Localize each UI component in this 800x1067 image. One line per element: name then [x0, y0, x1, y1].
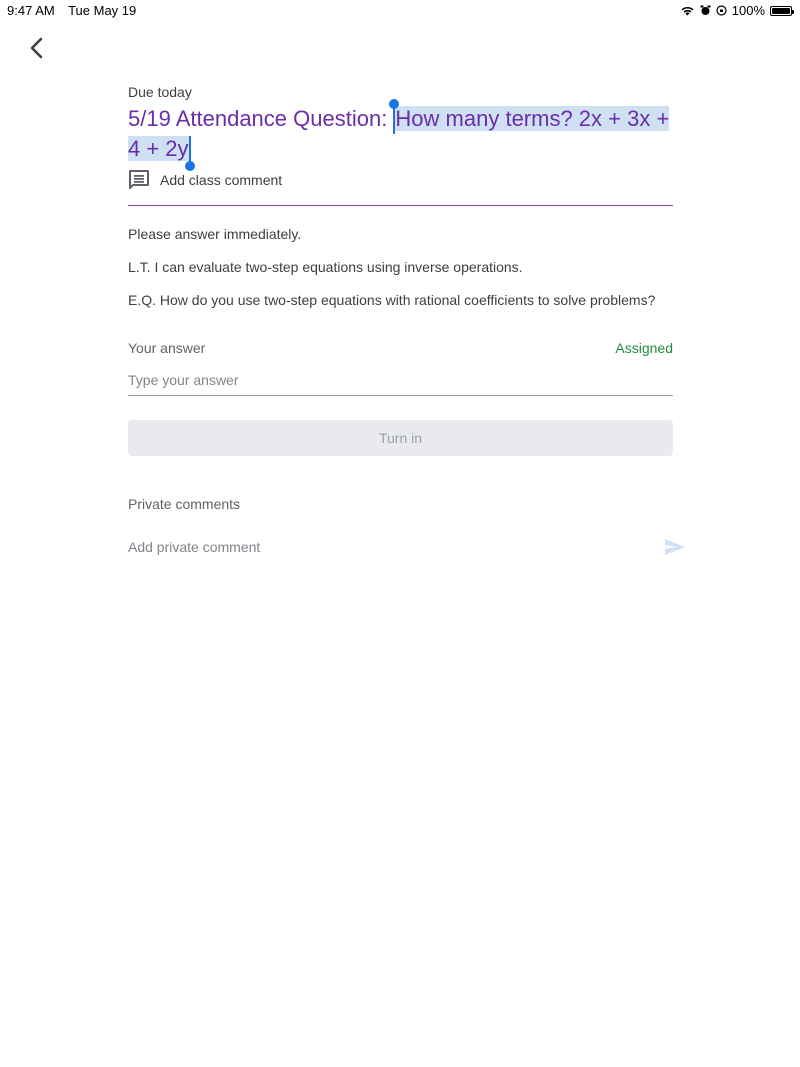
due-date: Due today	[128, 84, 192, 100]
wifi-icon	[681, 6, 694, 16]
your-answer-label: Your answer	[128, 340, 206, 357]
battery-icon	[770, 5, 794, 16]
selection-start-handle[interactable]	[389, 98, 400, 134]
assignment-status: Assigned	[615, 340, 673, 357]
add-class-comment-button[interactable]: Add class comment	[128, 167, 673, 193]
answer-header: Your answer Assigned	[128, 340, 673, 356]
battery-percent: 100%	[731, 3, 765, 18]
battery-fill	[772, 7, 790, 14]
status-right: 100%	[680, 3, 794, 18]
divider	[128, 205, 673, 207]
selection-end-handle[interactable]	[184, 136, 195, 172]
status-time: 9:47 AM	[7, 3, 55, 18]
status-date: Tue May 19	[68, 3, 137, 18]
title-selected-text-2: 4 + 2y	[128, 135, 189, 161]
description-line: Please answer immediately.	[128, 226, 302, 243]
description-line: L.T. I can evaluate two-step equations u…	[128, 259, 523, 276]
status-left: 9:47 AM Tue May 19	[7, 3, 146, 18]
orientation-lock-icon	[716, 5, 727, 16]
status-bar: 9:47 AM Tue May 19 100%	[0, 0, 800, 20]
send-comment-button[interactable]	[664, 538, 686, 556]
send-icon	[665, 539, 685, 556]
title-prefix: 5/19 Attendance Question:	[128, 106, 394, 131]
title-selected-text: How many terms? 2x + 3x +	[395, 106, 670, 131]
chevron-left-icon	[30, 37, 43, 59]
description-line: E.Q. How do you use two-step equations w…	[128, 292, 656, 309]
alarm-icon	[700, 5, 711, 15]
assignment-title[interactable]: 5/19 Attendance Question: How many terms…	[128, 98, 673, 172]
assignment-content: Due today 5/19 Attendance Question: How …	[128, 82, 685, 556]
add-class-comment-label: Add class comment	[160, 172, 283, 189]
comment-icon	[129, 170, 149, 190]
turn-in-button[interactable]: Turn in	[128, 420, 673, 457]
private-comments-label: Private comments	[128, 496, 241, 513]
answer-input[interactable]	[128, 368, 673, 397]
back-button[interactable]	[26, 36, 48, 60]
private-comment-row	[128, 538, 686, 556]
assignment-description: Please answer immediately. L.T. I can ev…	[128, 224, 673, 310]
private-comment-input[interactable]	[128, 539, 628, 556]
